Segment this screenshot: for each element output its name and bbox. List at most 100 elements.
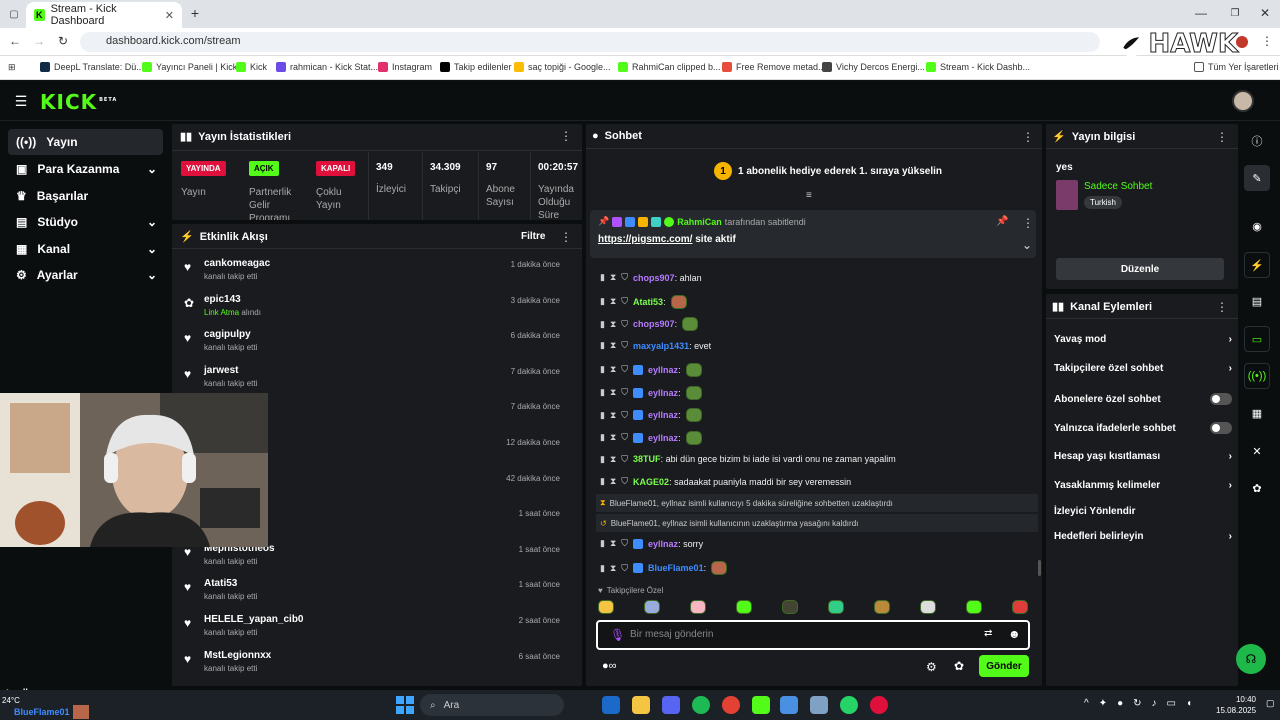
mic-icon[interactable]: 🎙 <box>610 628 625 642</box>
hamburger-menu-icon[interactable]: ☰ <box>14 93 28 109</box>
chat-message[interactable]: ▮ ⧗ ⛉ chops907: <box>600 317 699 332</box>
chat-username[interactable]: maxyalp1431 <box>633 341 689 351</box>
nav-yayin[interactable]: ((•)) Yayın <box>8 129 163 155</box>
ban-icon[interactable]: ⛉ <box>621 296 628 307</box>
pinned-user[interactable]: RahmiCan <box>677 217 722 227</box>
emote-icon[interactable] <box>690 600 706 614</box>
chat-icon[interactable]: ▭ <box>1244 326 1270 352</box>
bookmark-item[interactable]: Instagram <box>378 62 432 72</box>
file-explorer-icon[interactable] <box>632 696 650 714</box>
document-icon[interactable]: ▤ <box>1244 288 1270 314</box>
support-chat-button[interactable]: ☊ <box>1236 644 1266 674</box>
app-icon[interactable] <box>780 696 798 714</box>
avatar[interactable] <box>1232 90 1254 112</box>
toggle-switch[interactable] <box>1210 422 1232 434</box>
tab-close-icon[interactable]: ✕ <box>165 9 174 22</box>
timeout-icon[interactable]: ⧗ <box>610 563 616 574</box>
new-tab-icon[interactable]: + <box>188 5 202 21</box>
bookmark-item[interactable]: Yayıncı Paneli | Kick <box>142 62 237 72</box>
nav-basarilar[interactable]: ♛ Başarılar <box>8 183 163 209</box>
bookmark-item[interactable]: saç topiği - Google... <box>514 62 611 72</box>
broadcast-icon[interactable]: ((•)) <box>1244 363 1270 389</box>
tray-mic-icon[interactable]: ♪ <box>1152 698 1157 709</box>
forward-icon[interactable]: → <box>32 34 46 48</box>
unpin-icon[interactable]: 📌 <box>996 216 1008 227</box>
timeout-icon[interactable]: ⧗ <box>610 476 616 487</box>
chat-scrollbar[interactable] <box>1038 560 1041 576</box>
minimize-icon[interactable]: — <box>1194 6 1208 20</box>
activity-item[interactable]: ♥ MstLegionnxx kanalı takip etti 6 saat önc… <box>172 646 572 682</box>
activity-item[interactable]: ♥ cagipulpy kanalı takip etti 6 dakika önce <box>172 325 572 361</box>
chat-username[interactable]: eyllnaz <box>648 539 678 549</box>
trash-icon[interactable]: ▮ <box>600 272 605 283</box>
chat-message[interactable]: ▮ ⧗ ⛉ eyllnaz: <box>600 430 702 445</box>
trash-icon[interactable]: ▮ <box>600 454 605 465</box>
trash-icon[interactable]: ▮ <box>600 296 605 307</box>
action-account-age[interactable]: Hesap yaşı kısıtlaması › <box>1054 451 1232 462</box>
ban-icon[interactable]: ⛉ <box>621 476 628 487</box>
chat-username[interactable]: chops907 <box>633 273 675 283</box>
chat-message[interactable]: ▮ ⧗ ⛉ chops907: ahlan <box>600 272 702 283</box>
action-slow-mode[interactable]: Yavaş mod › <box>1054 334 1232 345</box>
emote-icon[interactable] <box>966 600 982 614</box>
bookmark-item[interactable]: RahmiCan clipped b... <box>618 62 721 72</box>
app-icon[interactable] <box>810 696 828 714</box>
bookmark-item[interactable]: Free Remove metad... <box>722 62 826 72</box>
pinned-menu-icon[interactable]: ⋮ <box>1022 216 1034 230</box>
chevron-down-icon[interactable]: ⌄ <box>1022 238 1032 252</box>
ban-icon[interactable]: ⛉ <box>621 387 628 398</box>
notification-icon[interactable]: ▢ <box>1266 698 1275 710</box>
tray-app-icon[interactable]: ✦ <box>1099 698 1107 709</box>
chat-username[interactable]: Atati53 <box>633 297 663 307</box>
tab-menu-icon[interactable]: ▢ <box>6 6 22 22</box>
chat-message[interactable]: ▮ ⧗ ⛉ KAGE02: sadaakat puaniyla maddi bir s… <box>600 476 851 487</box>
chat-username[interactable]: 38TUF <box>633 454 661 464</box>
browser-menu-icon[interactable]: ⋮ <box>1260 34 1274 48</box>
clock[interactable]: 10:40 15.08.2025 <box>1216 694 1256 716</box>
tray-app-icon[interactable]: ● <box>1117 698 1123 709</box>
stats-menu-icon[interactable]: ⋮ <box>560 129 572 143</box>
browser-tab[interactable]: K Stream - Kick Dashboard ✕ <box>26 2 182 28</box>
timeout-icon[interactable]: ⧗ <box>610 387 616 398</box>
timeout-icon[interactable]: ⧗ <box>610 432 616 443</box>
chat-username[interactable]: eyllnaz <box>648 388 678 398</box>
bookmark-item[interactable]: Takip edilenler <box>440 62 512 72</box>
emote-icon[interactable] <box>828 600 844 614</box>
chrome-icon[interactable] <box>722 696 740 714</box>
pinned-link[interactable]: https://pigsmc.com/ <box>598 234 692 245</box>
all-bookmarks[interactable]: Tüm Yer İşaretleri <box>1194 62 1279 72</box>
spotify-icon[interactable] <box>692 696 710 714</box>
chat-username[interactable]: KAGE02 <box>633 477 669 487</box>
toggle-switch[interactable] <box>1210 393 1232 405</box>
ban-icon[interactable]: ⛉ <box>621 410 628 421</box>
emote-icon[interactable] <box>736 600 752 614</box>
emote-icon[interactable] <box>782 600 798 614</box>
emote-icon[interactable] <box>644 600 660 614</box>
network-icon[interactable]: ▭ <box>1167 698 1176 709</box>
chat-message[interactable]: ▮ ⧗ ⛉ eyllnaz: sorry <box>600 538 703 549</box>
activity-username[interactable]: epic143 <box>204 294 241 305</box>
ban-icon[interactable]: ⛉ <box>621 364 628 375</box>
back-icon[interactable]: ← <box>8 34 22 48</box>
send-button[interactable]: Gönder <box>979 655 1029 677</box>
restore-icon[interactable]: ❐ <box>1228 6 1242 20</box>
chat-message[interactable]: ▮ ⧗ ⛉ 38TUF: abi dün gece bizim bi iade isi… <box>600 454 896 465</box>
tray-sync-icon[interactable]: ↻ <box>1133 698 1141 709</box>
nav-ayarlar[interactable]: ⚙ Ayarlar ⌄ <box>8 262 163 288</box>
action-raid[interactable]: İzleyici Yönlendir <box>1054 506 1232 517</box>
trash-icon[interactable]: ▮ <box>600 319 605 330</box>
ban-icon[interactable]: ⛉ <box>621 340 628 351</box>
layout-icon[interactable]: ▦ <box>1244 400 1270 426</box>
ban-icon[interactable]: ⛉ <box>621 538 628 549</box>
discord-icon[interactable] <box>662 696 680 714</box>
ban-icon[interactable]: ⛉ <box>621 432 628 443</box>
lightning-icon[interactable]: ⚡ <box>1244 252 1270 278</box>
wrench-icon[interactable]: ✕ <box>1244 438 1270 464</box>
weather-widget[interactable]: 24°C <box>2 696 20 705</box>
timeout-icon[interactable]: ⧗ <box>610 340 616 351</box>
ban-icon[interactable]: ⛉ <box>621 563 628 574</box>
info-icon[interactable]: ⓘ <box>1244 128 1270 154</box>
translate-icon[interactable]: ⇄ <box>984 628 992 639</box>
bookmark-item[interactable]: Kick <box>236 62 267 72</box>
chat-settings-icon[interactable]: ⚙ <box>926 660 937 674</box>
